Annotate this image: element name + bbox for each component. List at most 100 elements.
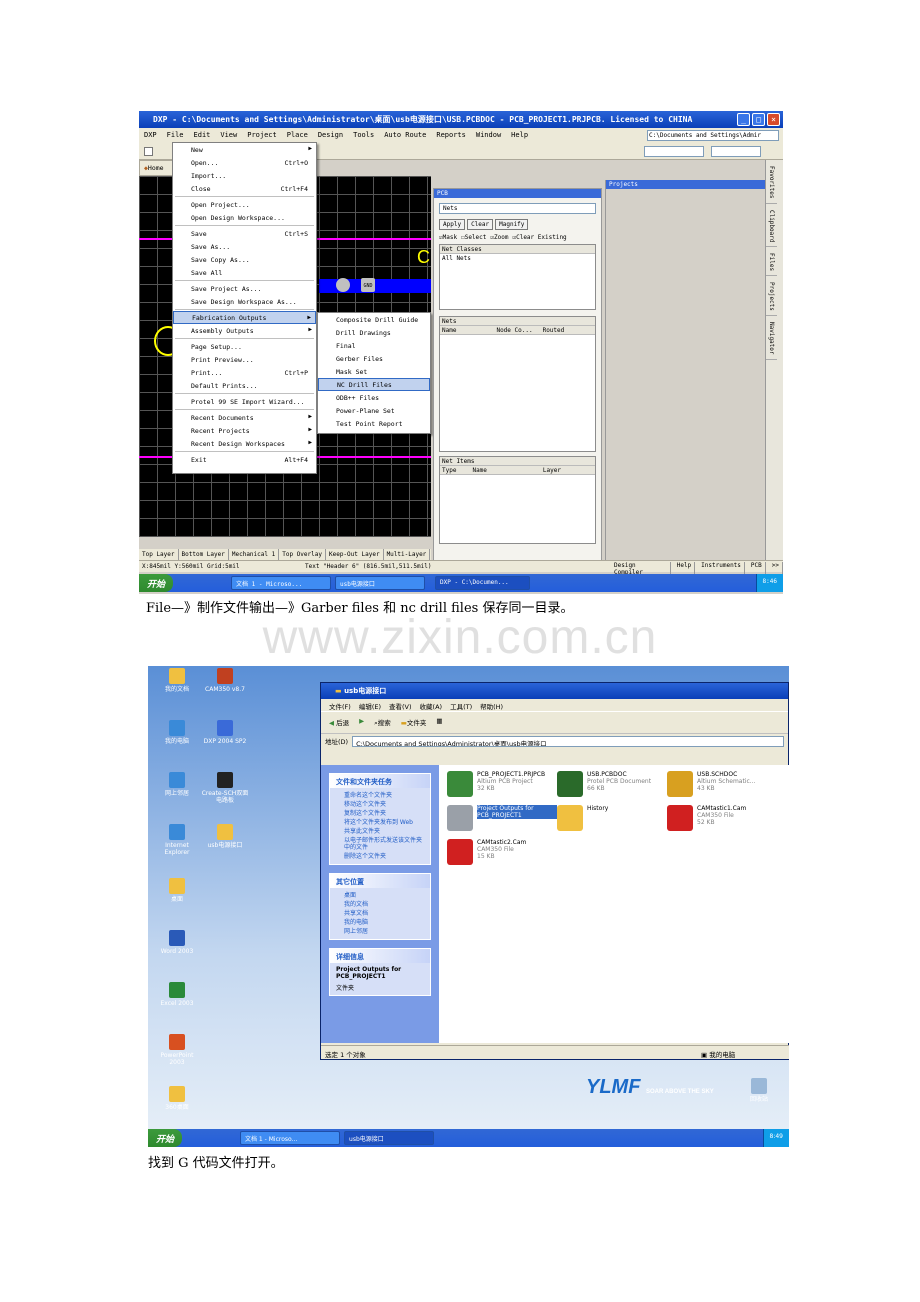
place-link[interactable]: 我的文档 <box>330 900 430 909</box>
column-header[interactable]: Routed <box>543 327 565 334</box>
file-menu-item[interactable]: Page Setup... <box>173 340 316 353</box>
task-link[interactable]: 将这个文件夹发布到 Web <box>330 818 430 827</box>
nets-list[interactable]: Nets Name Node Co... Routed <box>439 316 596 452</box>
file-menu-item[interactable]: Recent Documents ▶ <box>173 411 316 424</box>
file-menu-item[interactable]: Save Project As... <box>173 282 316 295</box>
desktop-icon[interactable]: Create-SCH双面电路板 <box>200 772 250 804</box>
desktop-icon[interactable]: 360桌面 <box>152 1086 202 1111</box>
desktop-icon[interactable]: 桌面 <box>152 878 202 903</box>
path-field[interactable]: C:\Documents and Settings\Admir <box>647 130 779 141</box>
menu-item[interactable]: Auto Route <box>379 128 431 143</box>
file-menu-item[interactable]: Default Prints... <box>173 379 316 392</box>
fabrication-menu-item[interactable]: Test Point Report <box>318 417 430 430</box>
mask-checkbox[interactable]: ☑Mask <box>439 234 457 241</box>
group-header[interactable]: 文件和文件夹任务 <box>330 774 430 788</box>
desktop-icon[interactable]: 网上邻居 <box>152 772 202 797</box>
file-menu-item[interactable]: Open... Ctrl+O <box>173 156 316 169</box>
column-header[interactable]: Type <box>442 467 456 474</box>
fabrication-menu-item[interactable]: ODB++ Files <box>318 391 430 404</box>
file-menu-item[interactable]: Assembly Outputs ▶ <box>173 324 316 337</box>
desktop-icon[interactable]: 我的电脑 <box>152 720 202 745</box>
side-tab[interactable]: Files <box>766 249 777 277</box>
task-link[interactable]: 共享此文件夹 <box>330 827 430 836</box>
menu-item[interactable]: Help <box>506 128 533 143</box>
layer-tab[interactable]: Top Layer <box>139 549 179 560</box>
file-menu-item[interactable]: Save As... <box>173 240 316 253</box>
desktop-icon[interactable]: PowerPoint 2003 <box>152 1034 202 1066</box>
net-items-list[interactable]: Net Items Type Name Layer <box>439 456 596 544</box>
desktop-icon[interactable]: CAM350 v8.7 <box>200 668 250 693</box>
column-header[interactable]: Node Co... <box>496 327 532 334</box>
task-link[interactable]: 重命名这个文件夹 <box>330 791 430 800</box>
fabrication-menu-item[interactable]: Drill Drawings <box>318 326 430 339</box>
menu-item[interactable]: Window <box>471 128 506 143</box>
back-button[interactable]: ◀ 后退 <box>329 717 349 728</box>
file-list[interactable]: PCB_PROJECT1.PRJPCB Altium PCB Project 32 … <box>439 765 789 1043</box>
file-item[interactable]: CAMtastic2.Cam CAM350 File 15 KB <box>447 839 557 873</box>
task-link[interactable]: 以电子邮件形式发送该文件夹中的文件 <box>330 836 430 852</box>
minimize-button[interactable]: _ <box>737 113 750 126</box>
clear-button[interactable]: Clear <box>467 219 494 230</box>
layer-tab[interactable]: Keep-Out Layer <box>326 549 384 560</box>
address-input[interactable]: C:\Documents and Settings\Administrator\… <box>352 735 784 747</box>
views-button[interactable]: ▦ <box>436 717 442 728</box>
file-menu-item[interactable]: Recent Projects ▶ <box>173 424 316 437</box>
desktop-icon[interactable]: 我的文档 <box>152 668 202 693</box>
recycle-bin[interactable]: 回收站 <box>734 1078 784 1103</box>
layer-tab[interactable]: Multi-Layer <box>384 549 431 560</box>
maximize-button[interactable]: □ <box>752 113 765 126</box>
taskbar-item[interactable]: usb电源接口 <box>344 1131 435 1145</box>
search-button[interactable]: ⌕搜索 <box>374 717 391 728</box>
group-header[interactable]: 其它位置 <box>330 874 430 888</box>
view-select[interactable] <box>711 146 761 157</box>
menu-item[interactable]: View <box>215 128 242 143</box>
select-checkbox[interactable]: ☐Select <box>461 234 486 241</box>
forward-button[interactable]: ▶ <box>359 717 364 728</box>
magnify-button[interactable]: Magnify <box>495 219 529 230</box>
nets-dropdown[interactable]: Nets <box>439 203 596 214</box>
file-menu-item[interactable]: Open Design Workspace... <box>173 211 316 224</box>
file-menu-item[interactable]: Save Copy As... <box>173 253 316 266</box>
column-header[interactable]: Name <box>442 327 456 334</box>
menu-item[interactable]: 文件(F) <box>329 701 351 711</box>
menu-item[interactable]: Tools <box>348 128 379 143</box>
file-menu-item[interactable]: Print... Ctrl+P <box>173 366 316 379</box>
desktop-icon[interactable]: DXP 2004 SP2 <box>200 720 250 745</box>
place-link[interactable]: 我的电脑 <box>330 918 430 927</box>
fabrication-menu-item[interactable]: NC Drill Files <box>318 378 430 391</box>
close-button[interactable]: × <box>767 113 780 126</box>
menu-item[interactable]: 编辑(E) <box>359 701 381 711</box>
fabrication-menu-item[interactable]: Power-Plane Set <box>318 404 430 417</box>
place-link[interactable]: 共享文档 <box>330 909 430 918</box>
side-tab[interactable]: Favorites <box>766 162 777 204</box>
new-icon[interactable] <box>144 147 153 156</box>
file-item[interactable]: PCB_PROJECT1.PRJPCB Altium PCB Project 32 … <box>447 771 557 805</box>
file-menu-item[interactable]: Save Ctrl+S <box>173 227 316 240</box>
zoom-checkbox[interactable]: ☑Zoom <box>490 234 508 241</box>
file-menu-item[interactable]: Close Ctrl+F4 <box>173 182 316 195</box>
file-menu-item[interactable]: Save All <box>173 266 316 279</box>
file-item[interactable]: History <box>557 805 667 839</box>
start-button[interactable]: 开始 <box>148 1129 183 1147</box>
menu-item[interactable]: Place <box>282 128 313 143</box>
apply-button[interactable]: Apply <box>439 219 466 230</box>
file-menu-item[interactable]: Exit Alt+F4 <box>173 453 316 466</box>
net-classes-list[interactable]: Net Classes All Nets <box>439 244 596 310</box>
file-item[interactable]: Project Outputs for PCB_PROJECT1 <box>447 805 557 839</box>
fabrication-menu-item[interactable]: Composite Drill Guide <box>318 313 430 326</box>
file-menu-item[interactable]: Import... <box>173 169 316 182</box>
menu-item[interactable]: 工具(T) <box>450 701 472 711</box>
file-item[interactable]: USB.PCBDOC Protel PCB Document 66 KB <box>557 771 667 805</box>
menu-item[interactable]: 帮助(H) <box>480 701 503 711</box>
column-header[interactable]: Layer <box>543 467 561 474</box>
desktop-icon[interactable]: Excel 2003 <box>152 982 202 1007</box>
fabrication-menu-item[interactable]: Gerber Files <box>318 352 430 365</box>
desktop-icon[interactable]: usb电源接口 <box>200 824 250 849</box>
file-menu-item[interactable]: Protel 99 SE Import Wizard... <box>173 395 316 408</box>
file-menu-item[interactable]: Open Project... <box>173 198 316 211</box>
desktop-icon[interactable]: Internet Explorer <box>152 824 202 856</box>
layer-tab[interactable]: Bottom Layer <box>179 549 229 560</box>
side-tab[interactable]: Clipboard <box>766 206 777 248</box>
file-item[interactable]: CAMtastic1.Cam CAM350 File 52 KB <box>667 805 777 839</box>
task-link[interactable]: 移动这个文件夹 <box>330 800 430 809</box>
